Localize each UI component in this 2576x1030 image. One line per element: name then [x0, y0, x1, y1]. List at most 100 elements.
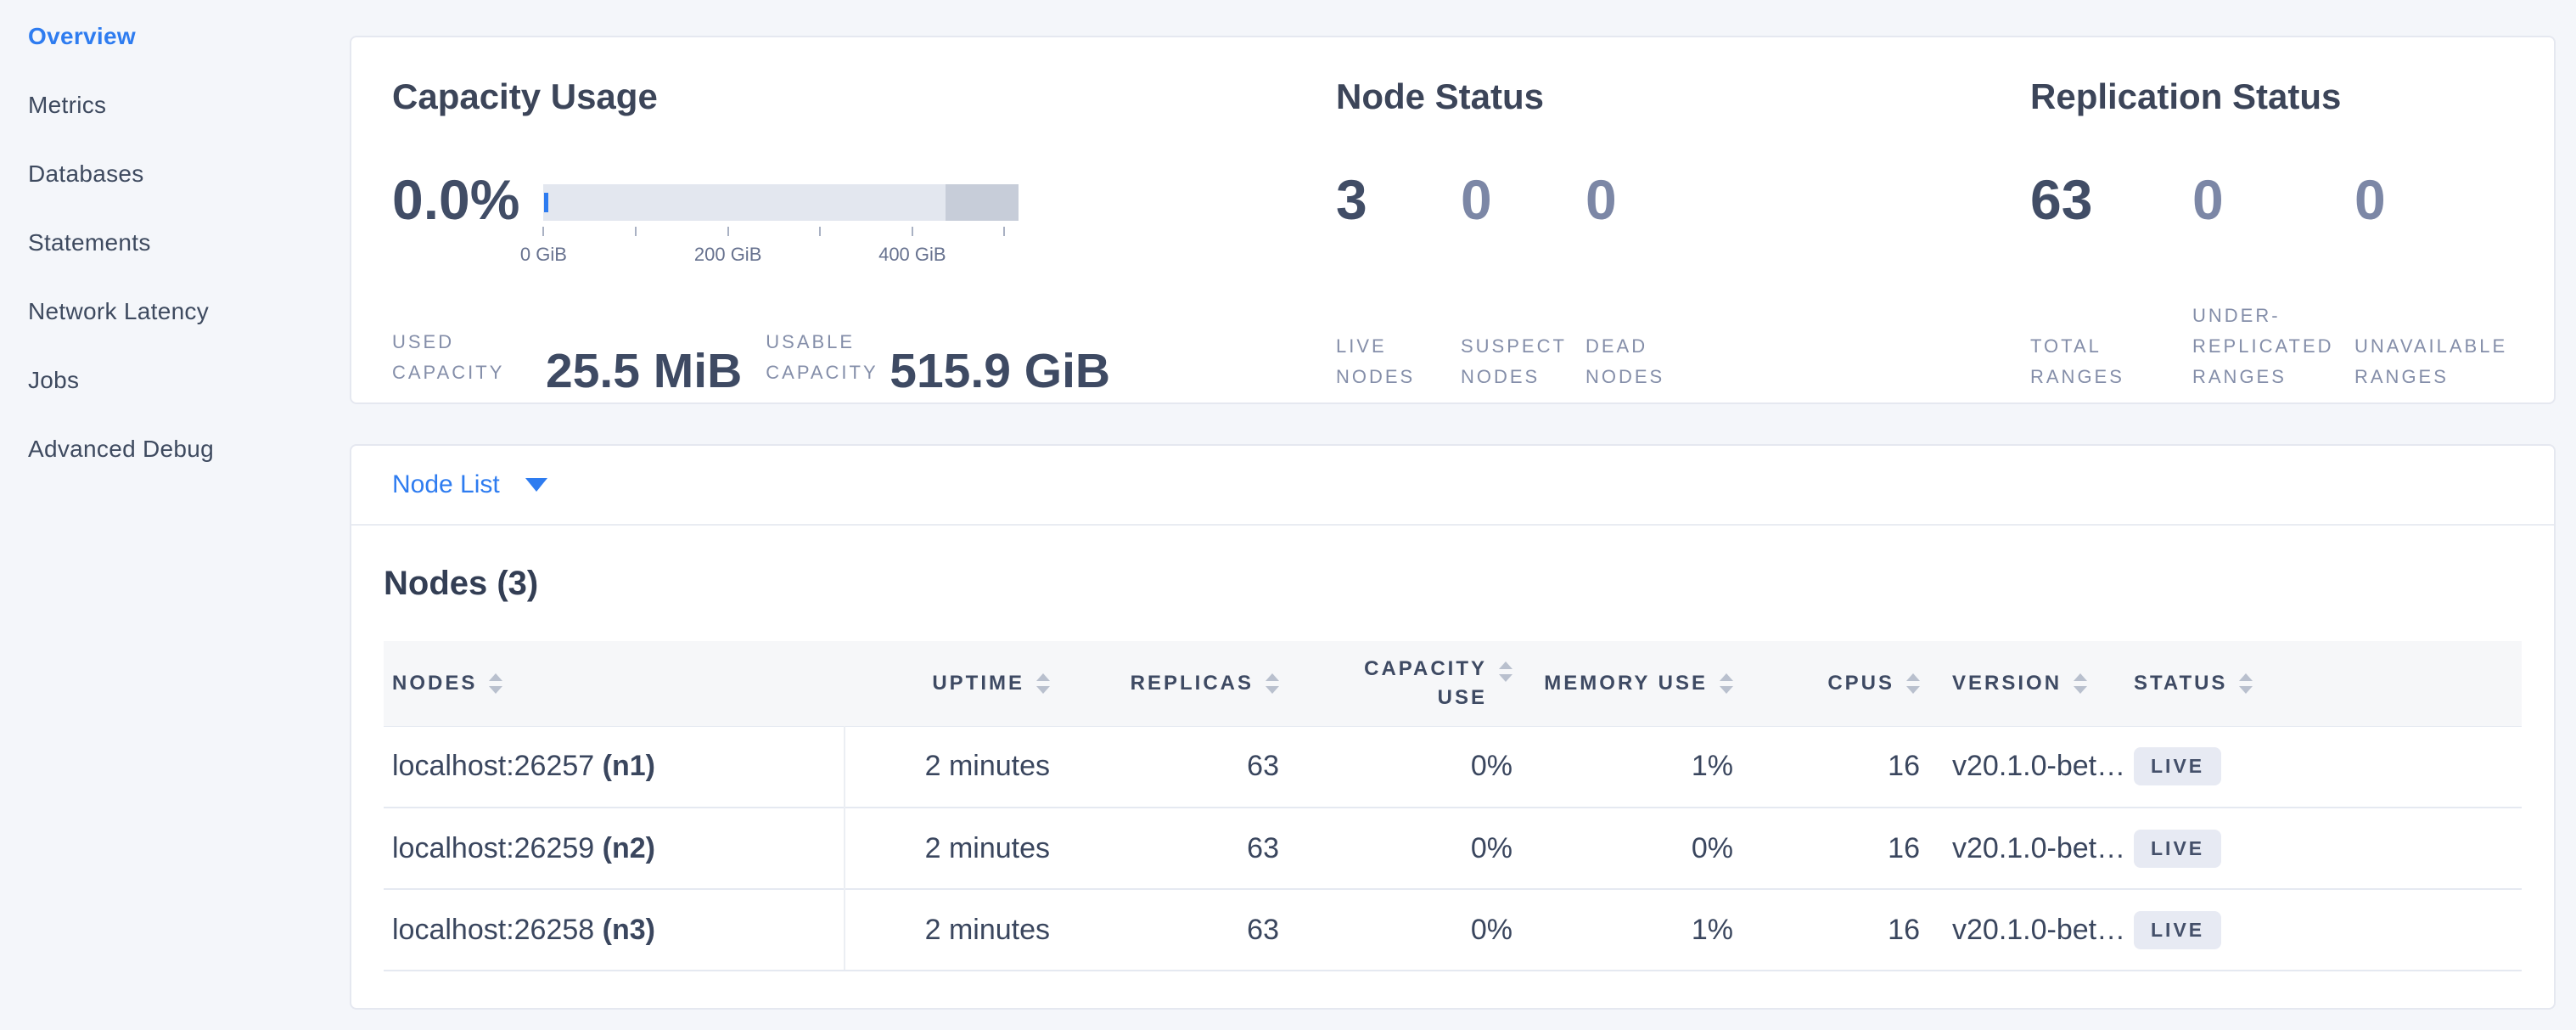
- column-header-status[interactable]: STATUS: [2130, 641, 2522, 726]
- column-header-memory-use[interactable]: MEMORY USE: [1519, 641, 1740, 726]
- uptime-cell: 2 minutes: [845, 726, 1057, 808]
- sidebar-item-statements[interactable]: Statements: [0, 208, 350, 277]
- capacity-axis-ticks: [543, 227, 1004, 237]
- status-cell: LIVE: [2130, 726, 2522, 808]
- table-row: localhost:26259 (n2) 2 minutes 63 0% 0% …: [384, 808, 2522, 889]
- sidebar-item-databases[interactable]: Databases: [0, 139, 350, 208]
- sidebar-item-jobs[interactable]: Jobs: [0, 346, 350, 414]
- node-name-cell: localhost:26257 (n1): [384, 726, 845, 808]
- node-list-view-dropdown[interactable]: Node List: [392, 470, 547, 499]
- used-capacity-value: 25.5 MiB: [546, 349, 742, 393]
- suspect-nodes-count: 0: [1461, 168, 1492, 231]
- dead-nodes-count: 0: [1585, 168, 1617, 231]
- status-cell: LIVE: [2130, 808, 2522, 889]
- sort-icon: [489, 673, 502, 694]
- axis-label: 0 GiB: [520, 244, 567, 266]
- node-name-cell: localhost:26259 (n2): [384, 808, 845, 889]
- node-id: (n2): [603, 832, 655, 864]
- column-label: CAPACITY USE: [1351, 655, 1487, 712]
- nodes-table: NODES UPTIME REPLICAS CAPACITY USE MEMOR: [384, 641, 2522, 971]
- column-header-nodes[interactable]: NODES: [384, 641, 845, 726]
- capacity-use-cell: 0%: [1286, 726, 1519, 808]
- column-label: CPUS: [1827, 672, 1894, 695]
- dead-nodes-label: DEAD NODES: [1585, 331, 1710, 392]
- sort-icon: [1266, 673, 1279, 694]
- cpus-cell: 16: [1740, 808, 1927, 889]
- sidebar: Overview Metrics Databases Statements Ne…: [0, 0, 350, 483]
- capacity-use-cell: 0%: [1286, 889, 1519, 971]
- column-header-replicas[interactable]: REPLICAS: [1057, 641, 1286, 726]
- column-header-uptime[interactable]: UPTIME: [845, 641, 1057, 726]
- view-selector-bar: Node List: [351, 446, 2554, 526]
- replicas-cell: 63: [1057, 726, 1286, 808]
- replicas-cell: 63: [1057, 889, 1286, 971]
- replication-status-title: Replication Status: [2030, 37, 2554, 117]
- column-label: MEMORY USE: [1544, 672, 1708, 695]
- total-ranges-count: 63: [2030, 168, 2092, 231]
- version-cell: v20.1.0-bet…: [1927, 889, 2130, 971]
- memory-use-cell: 0%: [1519, 808, 1740, 889]
- node-status-title: Node Status: [1336, 37, 2030, 117]
- axis-label: 400 GiB: [878, 244, 946, 266]
- under-replicated-ranges-count: 0: [2192, 168, 2224, 231]
- sort-icon: [2239, 673, 2253, 694]
- sidebar-item-overview[interactable]: Overview: [0, 2, 350, 70]
- column-header-capacity-use[interactable]: CAPACITY USE: [1286, 641, 1519, 726]
- sort-icon: [2074, 673, 2087, 694]
- column-label: UPTIME: [932, 672, 1024, 695]
- sidebar-item-network-latency[interactable]: Network Latency: [0, 277, 350, 346]
- memory-use-cell: 1%: [1519, 889, 1740, 971]
- sidebar-item-advanced-debug[interactable]: Advanced Debug: [0, 414, 350, 483]
- capacity-usage-section: Capacity Usage 0.0% 0 GiB 200 Gi: [392, 37, 1336, 402]
- sort-icon: [1499, 661, 1512, 682]
- unavailable-ranges-count: 0: [2354, 168, 2386, 231]
- table-row: localhost:26257 (n1) 2 minutes 63 0% 1% …: [384, 726, 2522, 808]
- column-header-cpus[interactable]: CPUS: [1740, 641, 1927, 726]
- node-link[interactable]: localhost:26258: [392, 914, 594, 946]
- cpus-cell: 16: [1740, 889, 1927, 971]
- node-name-cell: localhost:26258 (n3): [384, 889, 845, 971]
- table-row: localhost:26258 (n3) 2 minutes 63 0% 1% …: [384, 889, 2522, 971]
- capacity-bar-used-segment: [544, 193, 548, 212]
- table-header-row: NODES UPTIME REPLICAS CAPACITY USE MEMOR: [384, 641, 2522, 726]
- sort-icon: [1036, 673, 1050, 694]
- column-label: VERSION: [1952, 672, 2062, 695]
- cpus-cell: 16: [1740, 726, 1927, 808]
- memory-use-cell: 1%: [1519, 726, 1740, 808]
- live-nodes-count: 3: [1336, 168, 1367, 231]
- status-cell: LIVE: [2130, 889, 2522, 971]
- usable-capacity-label: USABLE CAPACITY: [766, 327, 890, 388]
- axis-label: 200 GiB: [694, 244, 762, 266]
- uptime-cell: 2 minutes: [845, 889, 1057, 971]
- capacity-usage-title: Capacity Usage: [392, 37, 1336, 117]
- capacity-used-percent: 0.0%: [392, 172, 519, 267]
- unavailable-ranges-label: UNAVAILABLE RANGES: [2354, 331, 2504, 392]
- chevron-down-icon: [525, 478, 547, 492]
- nodes-count-title: Nodes (3): [384, 563, 2522, 604]
- replication-status-section: Replication Status 63 0 0 TOTAL RANGES U…: [2030, 37, 2554, 402]
- column-label: STATUS: [2134, 672, 2227, 695]
- node-id: (n1): [603, 750, 655, 782]
- sort-icon: [1906, 673, 1920, 694]
- node-list-view-label: Node List: [392, 470, 500, 499]
- capacity-use-cell: 0%: [1286, 808, 1519, 889]
- node-list-card: Node List Nodes (3) NODES UPTIME: [350, 444, 2556, 1010]
- replicas-cell: 63: [1057, 808, 1286, 889]
- under-replicated-ranges-label: UNDER-REPLICATED RANGES: [2192, 301, 2342, 392]
- uptime-cell: 2 minutes: [845, 808, 1057, 889]
- sort-icon: [1720, 673, 1733, 694]
- version-cell: v20.1.0-bet…: [1927, 726, 2130, 808]
- usable-capacity-value: 515.9 GiB: [890, 349, 1110, 393]
- node-link[interactable]: localhost:26257: [392, 750, 594, 782]
- capacity-bar-other-segment: [946, 184, 1019, 221]
- main-content: Capacity Usage 0.0% 0 GiB 200 Gi: [350, 36, 2556, 1010]
- node-status-section: Node Status 3 0 0 LIVE NODES SUSPECT NOD…: [1336, 37, 2030, 402]
- sidebar-item-metrics[interactable]: Metrics: [0, 70, 350, 139]
- capacity-bar-track: [543, 184, 1019, 221]
- column-header-version[interactable]: VERSION: [1927, 641, 2130, 726]
- version-cell: v20.1.0-bet…: [1927, 808, 2130, 889]
- node-link[interactable]: localhost:26259: [392, 832, 594, 864]
- capacity-bar-chart: 0 GiB 200 GiB 400 GiB: [543, 172, 1019, 267]
- status-badge: LIVE: [2134, 830, 2221, 868]
- status-badge: LIVE: [2134, 747, 2221, 785]
